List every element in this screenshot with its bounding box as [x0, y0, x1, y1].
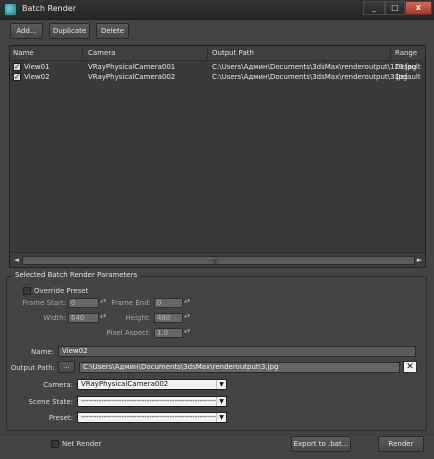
width-spinner[interactable]: 640 — [68, 313, 99, 323]
add-button[interactable]: Add... — [10, 23, 43, 39]
row-output-path: C:\Users\Админ\Documents\3dsMax\renderou… — [212, 63, 417, 71]
scene-state-dropdown[interactable]: ----------------------------------------… — [77, 396, 227, 407]
close-button[interactable]: x — [405, 1, 432, 15]
list-row[interactable]: ✓ View01 VRayPhysicalCamera001 C:\Users\… — [10, 62, 425, 72]
column-header-camera[interactable]: Camera — [88, 49, 115, 57]
row-camera: VRayPhysicalCamera002 — [88, 73, 176, 81]
window-title: Batch Render — [22, 4, 77, 13]
height-label: Height: — [125, 314, 152, 322]
column-header-range[interactable]: Range — [395, 49, 417, 57]
output-path-label: Output Path: — [10, 364, 55, 372]
batch-render-list[interactable]: Name Camera Output Path Range ✓ View01 V… — [9, 45, 426, 268]
spinner-arrows-icon[interactable]: ▲▼ — [184, 313, 190, 323]
row-camera: VRayPhysicalCamera001 — [88, 63, 176, 71]
browse-output-button[interactable]: ... — [58, 361, 75, 373]
render-button[interactable]: Render — [378, 436, 424, 452]
group-title: Selected Batch Render Parameters — [12, 271, 141, 279]
preset-dropdown[interactable]: ----------------------------------------… — [77, 412, 227, 423]
preset-dropdown-value: ----------------------------------------… — [81, 413, 227, 421]
height-spinner[interactable]: 480 — [154, 313, 183, 323]
chevron-down-icon: ▼ — [216, 397, 226, 406]
name-field[interactable]: View02 — [58, 346, 416, 357]
frame-end-label: Frame End: — [111, 299, 151, 307]
preset-label: Preset: — [48, 414, 73, 422]
column-separator[interactable] — [390, 48, 391, 59]
horizontal-scrollbar[interactable]: ◄ ||| ► — [10, 252, 425, 267]
grip-icon: ||| — [213, 259, 219, 265]
export-to-bat-button[interactable]: Export to .bat... — [291, 436, 351, 452]
footer-divider — [0, 434, 434, 435]
frame-start-spinner[interactable]: 0 — [68, 298, 99, 308]
name-label: Name: — [30, 348, 54, 356]
scene-state-dropdown-value: ----------------------------------------… — [81, 397, 227, 405]
maximize-button[interactable]: □ — [385, 1, 405, 15]
scroll-left-icon[interactable]: ◄ — [12, 256, 21, 265]
row-output-path: C:\Users\Админ\Documents\3dsMax\renderou… — [212, 73, 408, 81]
row-range: Default — [395, 63, 421, 71]
pixel-aspect-spinner[interactable]: 1.0 — [154, 328, 183, 338]
row-name: View01 — [24, 63, 50, 71]
camera-dropdown-value: VRayPhysicalCamera002 — [81, 380, 169, 388]
frame-end-spinner[interactable]: 0 — [154, 298, 183, 308]
net-render-label: Net Render — [62, 440, 102, 448]
row-name: View02 — [24, 73, 50, 81]
net-render-checkbox[interactable] — [51, 440, 59, 448]
output-path-field[interactable]: C:\Users\Админ\Documents\3dsMax\renderou… — [79, 362, 400, 373]
chevron-down-icon: ▼ — [216, 413, 226, 422]
scroll-right-icon[interactable]: ► — [415, 256, 424, 265]
scrollbar-thumb[interactable]: ||| — [22, 256, 415, 265]
frame-start-label: Frame Start: — [22, 299, 67, 307]
row-range: Default — [395, 73, 421, 81]
list-header: Name Camera Output Path Range — [10, 46, 425, 61]
minimize-button[interactable]: _ — [363, 1, 385, 15]
override-preset-checkbox[interactable] — [23, 287, 31, 295]
column-header-output-path[interactable]: Output Path — [212, 49, 254, 57]
spinner-arrows-icon[interactable]: ▲▼ — [184, 328, 190, 338]
row-enabled-checkbox[interactable]: ✓ — [13, 73, 21, 81]
duplicate-button[interactable]: Duplicate — [49, 23, 90, 39]
delete-button[interactable]: Delete — [96, 23, 129, 39]
clear-output-icon[interactable]: ✕ — [403, 361, 417, 373]
chevron-down-icon: ▼ — [216, 380, 226, 389]
column-separator[interactable] — [207, 48, 208, 59]
scene-state-label: Scene State: — [28, 398, 73, 406]
column-header-name[interactable]: Name — [13, 49, 34, 57]
3dsmax-app-icon — [4, 3, 17, 16]
camera-label: Camera: — [43, 381, 73, 389]
list-row[interactable]: ✓ View02 VRayPhysicalCamera002 C:\Users\… — [10, 72, 425, 82]
width-label: Width: — [43, 314, 66, 322]
column-separator[interactable] — [82, 48, 83, 59]
camera-dropdown[interactable]: VRayPhysicalCamera002 ▼ — [77, 379, 227, 390]
row-enabled-checkbox[interactable]: ✓ — [13, 63, 21, 71]
override-preset-label: Override Preset — [34, 287, 89, 295]
spinner-arrows-icon[interactable]: ▲▼ — [184, 298, 190, 308]
pixel-aspect-label: Pixel Aspect: — [106, 329, 151, 337]
